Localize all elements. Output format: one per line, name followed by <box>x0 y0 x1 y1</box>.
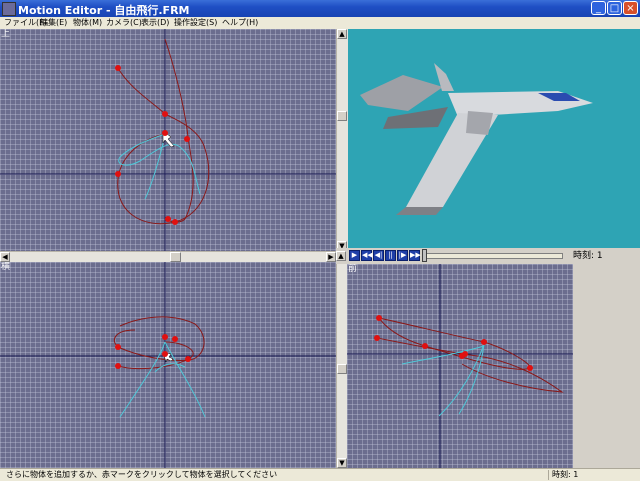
menu-edit[interactable]: 編集(E) <box>40 17 67 29</box>
menu-camera[interactable]: カメラ(C) <box>106 17 142 29</box>
object-marker[interactable] <box>462 351 468 357</box>
front-view-viewport[interactable]: 前 <box>347 264 573 468</box>
motion-path-red <box>164 136 194 223</box>
playback-control-bar: ▲ ▶ ◀◀ ◀| || |▶ ▶▶ 時刻: 1 <box>336 248 640 264</box>
3d-preview-pane[interactable] <box>348 29 640 248</box>
fast-forward-button[interactable]: ▶▶ <box>409 250 421 261</box>
scroll-up-button[interactable]: ▲ <box>337 29 347 39</box>
motion-path-red <box>113 316 205 361</box>
top-view-vscrollbar[interactable]: ▲ ▼ <box>336 29 348 251</box>
scroll-right-button[interactable]: ▶ <box>326 252 336 262</box>
title-bar: Motion Editor - 自由飛行.FRM _ □ × <box>0 0 640 17</box>
maximize-button[interactable]: □ <box>607 1 622 15</box>
menu-object[interactable]: 物体(M) <box>73 17 102 29</box>
top-view-viewport[interactable]: 上 <box>0 29 336 251</box>
motion-path-red <box>164 38 189 138</box>
pause-button[interactable]: || <box>385 250 396 261</box>
motion-path-red <box>378 317 531 370</box>
object-marker[interactable] <box>162 111 168 117</box>
menu-view[interactable]: 表示(D) <box>141 17 169 29</box>
motion-path-cyan <box>164 341 206 418</box>
status-time: 時刻: 1 <box>552 470 579 479</box>
app-icon[interactable] <box>2 2 16 16</box>
menu-settings[interactable]: 操作設定(S) <box>174 17 217 29</box>
scroll-thumb[interactable] <box>337 111 347 121</box>
motion-path-red <box>376 337 564 393</box>
object-marker[interactable] <box>374 335 380 341</box>
front-view-canvas[interactable] <box>347 264 573 468</box>
aircraft-left-wing <box>360 75 443 111</box>
time-label: 時刻: 1 <box>573 251 603 261</box>
object-marker[interactable] <box>481 339 487 345</box>
object-marker[interactable] <box>162 351 168 357</box>
object-marker[interactable] <box>422 343 428 349</box>
object-marker[interactable] <box>165 216 171 222</box>
play-button[interactable]: ▶ <box>349 250 360 261</box>
object-marker[interactable] <box>185 356 191 362</box>
motion-path-cyan <box>144 133 166 200</box>
object-marker[interactable] <box>162 130 168 136</box>
object-marker[interactable] <box>162 334 168 340</box>
object-marker[interactable] <box>172 219 178 225</box>
status-message: さらに物体を追加するか、赤マークをクリックして物体を選択してください <box>6 470 278 479</box>
object-marker[interactable] <box>184 136 190 142</box>
status-divider <box>548 470 549 480</box>
object-marker[interactable] <box>527 365 533 371</box>
window-title: Motion Editor - 自由飛行.FRM <box>18 4 190 17</box>
time-slider-track[interactable] <box>426 253 563 259</box>
rewind-button[interactable]: ◀◀ <box>361 250 373 261</box>
object-marker[interactable] <box>115 171 121 177</box>
object-marker[interactable] <box>172 336 178 342</box>
side-view-viewport[interactable]: 横 <box>0 262 336 468</box>
motion-path-cyan <box>119 341 166 418</box>
object-marker[interactable] <box>115 363 121 369</box>
motion-path-red <box>117 67 210 225</box>
status-bar: さらに物体を追加するか、赤マークをクリックして物体を選択してください 時刻: 1 <box>0 468 640 481</box>
side-view-canvas[interactable] <box>0 262 336 468</box>
aircraft-render <box>360 63 593 215</box>
aircraft-intake <box>466 111 493 135</box>
aircraft-wing-edge <box>396 207 443 215</box>
side-panel <box>573 264 640 468</box>
motion-path-red <box>117 341 194 370</box>
step-forward-button[interactable]: |▶ <box>397 250 408 261</box>
top-view-canvas[interactable] <box>0 29 336 251</box>
scroll-down-button[interactable]: ▼ <box>337 458 347 468</box>
scroll-thumb[interactable] <box>170 252 181 262</box>
object-marker[interactable] <box>115 65 121 71</box>
scroll-thumb[interactable] <box>337 364 347 374</box>
minimize-button[interactable]: _ <box>591 1 606 15</box>
menu-help[interactable]: ヘルプ(H) <box>222 17 258 29</box>
motion-path-cyan <box>118 133 201 195</box>
scroll-left-button[interactable]: ◀ <box>0 252 10 262</box>
aircraft-wing-shadow <box>383 107 448 129</box>
object-marker[interactable] <box>376 315 382 321</box>
object-marker[interactable] <box>115 344 121 350</box>
time-slider-knob[interactable] <box>422 249 427 262</box>
scroll-up-button[interactable]: ▲ <box>336 251 346 261</box>
close-button[interactable]: × <box>623 1 638 15</box>
step-back-button[interactable]: ◀| <box>373 250 384 261</box>
